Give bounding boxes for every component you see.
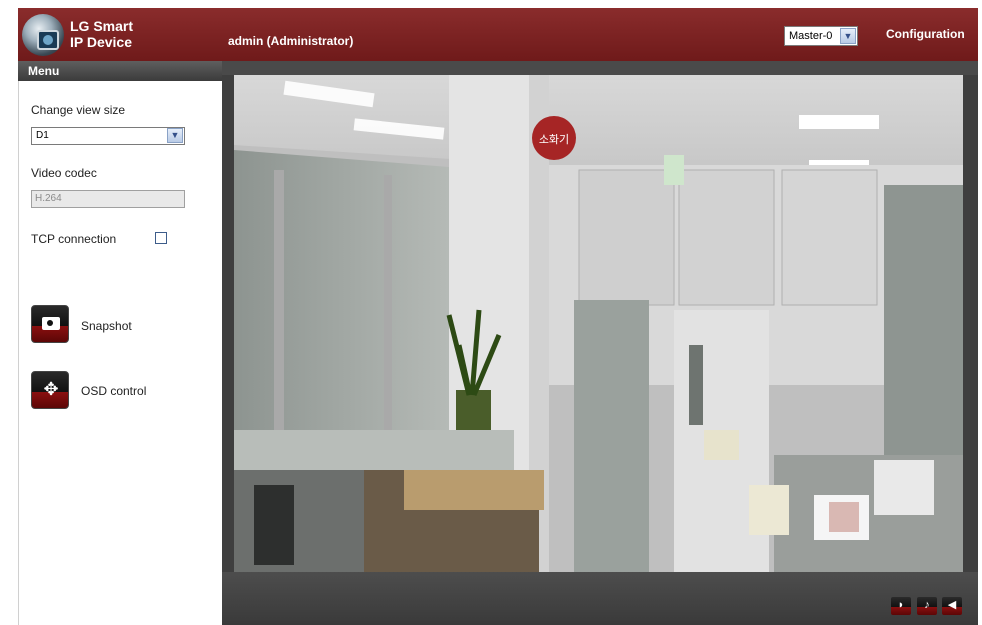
office-scene-image: 소화기 xyxy=(234,75,963,572)
view-size-value: D1 xyxy=(36,130,49,141)
view-size-label: Change view size xyxy=(31,103,126,117)
talk-icon[interactable]: ◗ xyxy=(891,597,911,615)
camera-logo-icon xyxy=(22,14,64,56)
brand-line-2: IP Device xyxy=(70,34,133,50)
snapshot-button[interactable] xyxy=(31,305,69,343)
top-header: LG Smart IP Device admin (Administrator)… xyxy=(18,8,978,61)
menu-title: Menu xyxy=(18,61,222,81)
master-select[interactable]: Master-0 ▼ xyxy=(784,26,858,46)
codec-label: Video codec xyxy=(31,166,97,180)
sidebar: Change view size D1 ▼ Video codec H.264 … xyxy=(18,81,222,625)
video-top-bar xyxy=(222,61,978,75)
tcp-checkbox[interactable] xyxy=(155,232,167,244)
video-control-bar xyxy=(222,572,978,625)
live-video[interactable]: 소화기 xyxy=(234,75,963,572)
brand-logo: LG Smart IP Device xyxy=(70,18,133,50)
codec-field: H.264 xyxy=(31,190,185,208)
tcp-label: TCP connection xyxy=(31,232,117,246)
osd-label: OSD control xyxy=(81,384,147,398)
camera-icon xyxy=(42,317,60,330)
master-select-value: Master-0 xyxy=(789,30,833,42)
brand-line-1: LG Smart xyxy=(70,18,134,34)
fire-extinguisher-sign: 소화기 xyxy=(539,133,569,146)
osd-control-button[interactable]: ✥ xyxy=(31,371,69,409)
chevron-down-icon[interactable]: ▼ xyxy=(167,128,183,143)
microphone-icon[interactable]: ♪ xyxy=(917,597,937,615)
view-size-select[interactable]: D1 ▼ xyxy=(31,127,185,145)
speaker-icon[interactable]: ◀ xyxy=(942,597,962,615)
move-arrows-icon: ✥ xyxy=(43,379,59,399)
snapshot-label: Snapshot xyxy=(81,319,132,333)
configuration-link[interactable]: Configuration xyxy=(886,27,965,41)
chevron-down-icon[interactable]: ▼ xyxy=(840,28,856,44)
user-label: admin (Administrator) xyxy=(228,34,354,48)
